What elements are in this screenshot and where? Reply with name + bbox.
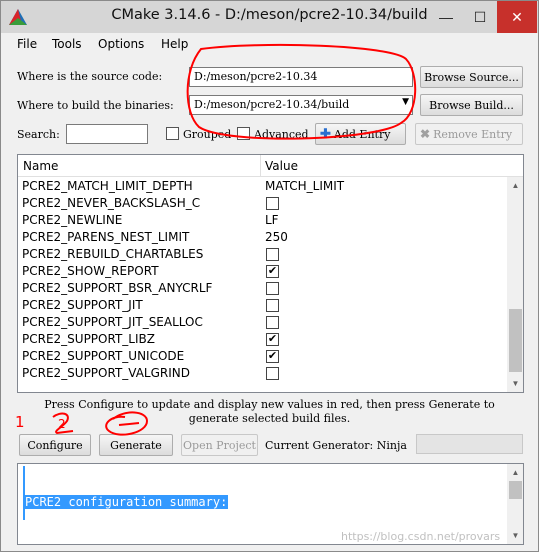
table-row[interactable]: PCRE2_SUPPORT_JIT_SEALLOC — [18, 314, 507, 331]
browse-source-button[interactable]: Browse Source... — [420, 66, 523, 88]
output-scroll-down-icon[interactable]: ▼ — [507, 527, 523, 544]
cache-entry-name: PCRE2_SUPPORT_UNICODE — [22, 349, 185, 363]
menu-options[interactable]: Options — [98, 37, 144, 51]
close-button[interactable]: ✕ — [497, 1, 537, 33]
generate-button[interactable]: Generate — [99, 434, 173, 456]
remove-icon: ✖ — [420, 127, 431, 141]
cmake-window: CMake 3.14.6 - D:/meson/pcre2-10.34/buil… — [0, 0, 539, 552]
source-path-input[interactable]: D:/meson/pcre2-10.34 — [189, 67, 413, 87]
cache-entry-value[interactable]: LF — [265, 213, 279, 227]
table-row[interactable]: PCRE2_SUPPORT_JIT — [18, 297, 507, 314]
add-entry-label: Add Entry — [333, 127, 391, 141]
table-scroll-thumb[interactable] — [509, 309, 522, 372]
unchecked-checkbox[interactable] — [266, 299, 279, 312]
cache-entry-value[interactable]: 250 — [265, 230, 288, 244]
table-row[interactable]: PCRE2_NEVER_BACKSLASH_C — [18, 195, 507, 212]
unchecked-checkbox[interactable] — [266, 367, 279, 380]
table-row[interactable]: PCRE2_SUPPORT_LIBZ ✔ — [18, 331, 507, 348]
output-scroll-thumb[interactable] — [509, 481, 522, 499]
cache-entry-name: PCRE2_SUPPORT_JIT_SEALLOC — [22, 315, 203, 329]
table-header: Name Value — [18, 155, 523, 177]
plus-icon: ✚ — [320, 126, 331, 142]
current-generator-label: Current Generator: Ninja — [265, 439, 407, 452]
build-path-value: D:/meson/pcre2-10.34/build — [194, 98, 350, 111]
chevron-down-icon[interactable]: ▼ — [402, 97, 409, 107]
progress-bar — [416, 434, 523, 454]
menu-file[interactable]: File — [17, 37, 37, 51]
info-line-1: Press Configure to update and display ne… — [44, 398, 495, 411]
table-row[interactable]: PCRE2_NEWLINE LF — [18, 212, 507, 229]
search-input[interactable] — [66, 124, 148, 144]
table-row[interactable]: PCRE2_SUPPORT_VALGRIND — [18, 365, 507, 382]
cache-entry-name: PCRE2_SUPPORT_LIBZ — [22, 332, 155, 346]
table-row[interactable]: PCRE2_SUPPORT_BSR_ANYCRLF — [18, 280, 507, 297]
menu-help[interactable]: Help — [161, 37, 188, 51]
column-header-value[interactable]: Value — [265, 159, 298, 173]
configure-button[interactable]: Configure — [19, 434, 91, 456]
search-label: Search: — [17, 128, 60, 141]
output-scrollbar[interactable]: ▲ ▼ — [507, 464, 523, 544]
column-header-name[interactable]: Name — [23, 159, 58, 173]
cache-entry-name: PCRE2_SUPPORT_VALGRIND — [22, 366, 191, 380]
source-label: Where is the source code: — [17, 70, 163, 83]
checked-checkbox[interactable]: ✔ — [266, 333, 279, 346]
cache-entry-name: PCRE2_NEWLINE — [22, 213, 123, 227]
info-line-2: generate selected build files. — [188, 412, 351, 425]
column-divider — [260, 155, 261, 177]
cache-entry-name: PCRE2_SUPPORT_JIT — [22, 298, 143, 312]
scroll-up-arrow-icon[interactable]: ▲ — [507, 177, 523, 194]
cache-entry-name: PCRE2_NEVER_BACKSLASH_C — [22, 196, 201, 210]
cache-entry-name: PCRE2_PARENS_NEST_LIMIT — [22, 230, 190, 244]
info-text: Press Configure to update and display ne… — [1, 398, 538, 426]
build-path-combobox[interactable]: D:/meson/pcre2-10.34/build ▼ — [189, 95, 413, 115]
cache-entry-name: PCRE2_MATCH_LIMIT_DEPTH — [22, 179, 193, 193]
remove-entry-label: Remove Entry — [433, 127, 513, 141]
unchecked-checkbox[interactable] — [266, 316, 279, 329]
cache-entry-name: PCRE2_REBUILD_CHARTABLES — [22, 247, 204, 261]
cache-entry-name: PCRE2_SHOW_REPORT — [22, 264, 159, 278]
cache-entry-value[interactable]: MATCH_LIMIT — [265, 179, 344, 193]
grouped-checkbox[interactable] — [166, 127, 179, 140]
unchecked-checkbox[interactable] — [266, 248, 279, 261]
browse-build-button[interactable]: Browse Build... — [420, 94, 523, 116]
table-row[interactable]: PCRE2_SHOW_REPORT ✔ — [18, 263, 507, 280]
remove-entry-button[interactable]: ✖ Remove Entry — [415, 123, 523, 145]
minimize-button[interactable]: — — [429, 1, 463, 33]
add-entry-button[interactable]: ✚ Add Entry — [315, 123, 406, 145]
table-scrollbar[interactable]: ▲ ▼ — [507, 177, 523, 392]
output-line: PCRE2 configuration summary: — [24, 495, 229, 509]
grouped-label: Grouped — [183, 128, 232, 141]
unchecked-checkbox[interactable] — [266, 282, 279, 295]
cache-entry-name: PCRE2_SUPPORT_BSR_ANYCRLF — [22, 281, 213, 295]
title-bar[interactable]: CMake 3.14.6 - D:/meson/pcre2-10.34/buil… — [1, 1, 538, 33]
checked-checkbox[interactable]: ✔ — [266, 350, 279, 363]
text-cursor — [23, 466, 25, 520]
table-row[interactable]: PCRE2_PARENS_NEST_LIMIT 250 — [18, 229, 507, 246]
watermark: https://blog.csdn.net/provars — [341, 530, 501, 543]
table-row[interactable]: PCRE2_MATCH_LIMIT_DEPTH MATCH_LIMIT — [18, 178, 507, 195]
cache-table: Name Value PCRE2_MATCH_LIMIT_DEPTH MATCH_… — [17, 154, 524, 393]
table-row[interactable]: PCRE2_REBUILD_CHARTABLES — [18, 246, 507, 263]
build-label: Where to build the binaries: — [17, 99, 174, 112]
table-row[interactable]: PCRE2_SUPPORT_UNICODE ✔ — [18, 348, 507, 365]
output-scroll-up-icon[interactable]: ▲ — [507, 464, 523, 481]
unchecked-checkbox[interactable] — [266, 197, 279, 210]
open-project-button[interactable]: Open Project — [181, 434, 258, 456]
menu-tools[interactable]: Tools — [52, 37, 82, 51]
checked-checkbox[interactable]: ✔ — [266, 265, 279, 278]
advanced-label: Advanced — [254, 128, 309, 141]
maximize-button[interactable]: ☐ — [463, 1, 497, 33]
scroll-down-arrow-icon[interactable]: ▼ — [507, 375, 523, 392]
advanced-checkbox[interactable] — [237, 127, 250, 140]
menu-bar: File Tools Options Help — [1, 34, 538, 56]
